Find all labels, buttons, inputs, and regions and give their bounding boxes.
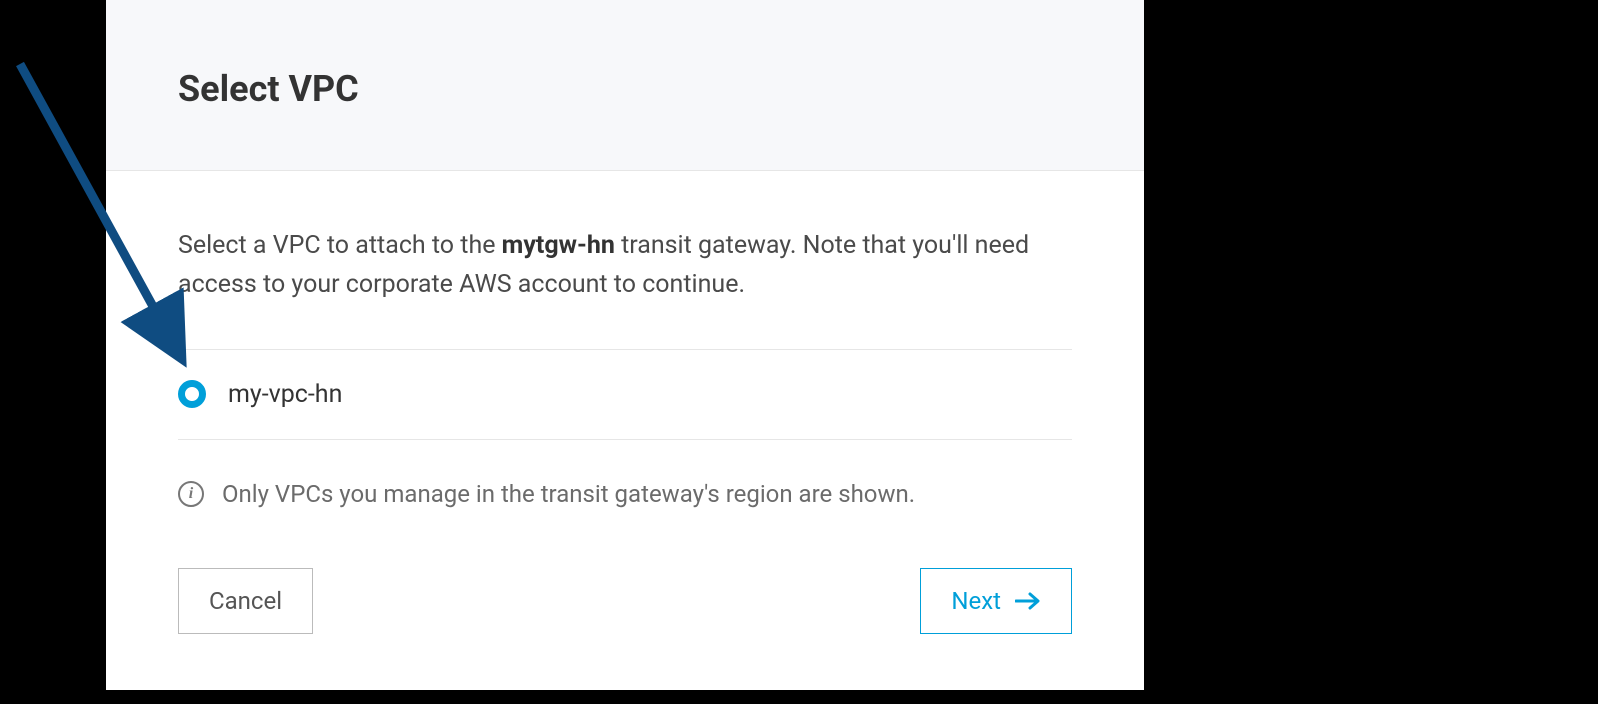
next-button[interactable]: Next — [920, 568, 1072, 634]
dialog-footer: Cancel Next — [106, 558, 1144, 690]
intro-text: Select a VPC to attach to the mytgw-hn t… — [178, 227, 1072, 350]
note-text: Only VPCs you manage in the transit gate… — [222, 480, 915, 508]
select-vpc-dialog: Select VPC Select a VPC to attach to the… — [106, 0, 1144, 690]
vpc-option-label: my-vpc-hn — [228, 380, 342, 409]
intro-bold: mytgw-hn — [502, 231, 615, 260]
dialog-body: Select a VPC to attach to the mytgw-hn t… — [106, 171, 1144, 558]
intro-prefix: Select a VPC to attach to the — [178, 231, 502, 260]
info-icon: i — [178, 481, 204, 507]
arrow-right-icon — [1015, 591, 1041, 611]
note-row: i Only VPCs you manage in the transit ga… — [178, 440, 1072, 558]
next-button-label: Next — [951, 587, 1001, 615]
cancel-button[interactable]: Cancel — [178, 568, 313, 634]
radio-selected-icon[interactable] — [178, 380, 206, 408]
dialog-title: Select VPC — [178, 68, 1072, 110]
vpc-option-row[interactable]: my-vpc-hn — [178, 350, 1072, 440]
dialog-header: Select VPC — [106, 0, 1144, 171]
